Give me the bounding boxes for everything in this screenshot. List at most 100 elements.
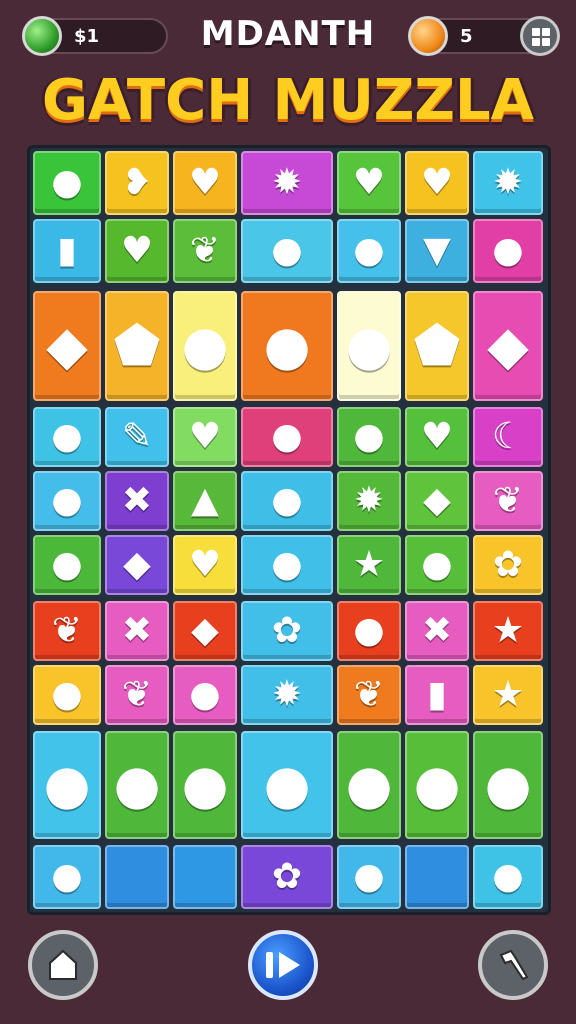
tile-r7-c2[interactable]: ●: [173, 665, 237, 725]
tile-r6-c5[interactable]: ✖: [405, 601, 469, 661]
tile-r6-c0[interactable]: ❦: [33, 601, 101, 661]
tile-r9-c6[interactable]: ●: [473, 845, 543, 909]
tile-r1-c6[interactable]: ●: [473, 219, 543, 283]
tile-r0-c2[interactable]: ♥: [173, 151, 237, 215]
tile-r4-c1[interactable]: ✖: [105, 471, 169, 531]
tile-r4-c0[interactable]: ●: [33, 471, 101, 531]
tile-r1-c3[interactable]: ●: [241, 219, 333, 283]
tile-r7-c4[interactable]: ❦: [337, 665, 401, 725]
grid-menu-icon[interactable]: [520, 16, 560, 56]
blue-star-icon: ✹: [492, 162, 524, 203]
orange-bean-icon: ●: [51, 674, 83, 715]
tile-r0-c1[interactable]: ❥: [105, 151, 169, 215]
tile-r2-c3[interactable]: ●: [241, 291, 333, 401]
tile-r0-c0[interactable]: ●: [33, 151, 101, 215]
tile-r7-c6[interactable]: ★: [473, 665, 543, 725]
tile-r5-c4[interactable]: ★: [337, 535, 401, 595]
tile-r9-c2[interactable]: [173, 845, 237, 909]
purple-drop-icon: ●: [353, 230, 385, 271]
orange-bean-icon: ●: [51, 480, 83, 521]
tile-r7-c5[interactable]: ▮: [405, 665, 469, 725]
tile-r0-c5[interactable]: ♥: [405, 151, 469, 215]
tile-r8-c4[interactable]: ●: [337, 731, 401, 839]
tile-r3-c5[interactable]: ♥: [405, 407, 469, 467]
tile-r2-c1[interactable]: ⬟: [105, 291, 169, 401]
tile-r9-c3[interactable]: ✿: [241, 845, 333, 909]
tile-r1-c4[interactable]: ●: [337, 219, 401, 283]
tile-r0-c4[interactable]: ♥: [337, 151, 401, 215]
game-title: GATCH MUZZLA: [41, 68, 535, 133]
tile-r6-c4[interactable]: ●: [337, 601, 401, 661]
green-melon-icon: ●: [51, 856, 83, 897]
hammer-button[interactable]: [478, 930, 548, 1000]
pink-cross-icon: ✖: [421, 610, 453, 651]
purple-eggplant-icon: ●: [43, 753, 91, 816]
green-diamond-icon: ◆: [46, 314, 88, 377]
tile-r2-c0[interactable]: ◆: [33, 291, 101, 401]
tile-r2-c6[interactable]: ◆: [473, 291, 543, 401]
tile-r5-c5[interactable]: ●: [405, 535, 469, 595]
tile-r7-c1[interactable]: ❦: [105, 665, 169, 725]
yellow-leaf-icon: ❦: [189, 230, 221, 271]
blue-leaf-icon: ❦: [492, 480, 524, 521]
tile-r5-c3[interactable]: ●: [241, 535, 333, 595]
tile-r0-c6[interactable]: ✹: [473, 151, 543, 215]
purple-ghost-icon: ●: [51, 416, 83, 457]
tile-r8-c6[interactable]: ●: [473, 731, 543, 839]
tile-r3-c4[interactable]: ●: [337, 407, 401, 467]
tile-r1-c1[interactable]: ♥: [105, 219, 169, 283]
tile-r8-c5[interactable]: ●: [405, 731, 469, 839]
tile-r8-c1[interactable]: ●: [105, 731, 169, 839]
tile-r5-c6[interactable]: ✿: [473, 535, 543, 595]
tile-r8-c2[interactable]: ●: [173, 731, 237, 839]
blue-crystal-icon: ◆: [191, 610, 219, 651]
tile-r4-c5[interactable]: ◆: [405, 471, 469, 531]
tile-r8-c0[interactable]: ●: [33, 731, 101, 839]
tile-r4-c6[interactable]: ❦: [473, 471, 543, 531]
orange-mango-icon: ●: [263, 753, 311, 816]
lives-counter[interactable]: 5: [408, 16, 560, 56]
tile-r2-c5[interactable]: ⬟: [405, 291, 469, 401]
tile-r2-c4[interactable]: ●: [337, 291, 401, 401]
tile-r3-c2[interactable]: ♥: [173, 407, 237, 467]
tile-r0-c3[interactable]: ✹: [241, 151, 333, 215]
red-berry-icon: ●: [271, 480, 303, 521]
green-lizard-icon: ●: [345, 314, 393, 377]
tile-r4-c2[interactable]: ▲: [173, 471, 237, 531]
pineapple-icon: ●: [113, 753, 161, 816]
tile-r6-c2[interactable]: ◆: [173, 601, 237, 661]
red-gem-icon: ⬟: [413, 314, 461, 377]
tile-r4-c3[interactable]: ●: [241, 471, 333, 531]
tile-r3-c0[interactable]: ●: [33, 407, 101, 467]
tile-r5-c1[interactable]: ◆: [105, 535, 169, 595]
tile-r7-c3[interactable]: ✹: [241, 665, 333, 725]
tile-r1-c5[interactable]: ▼: [405, 219, 469, 283]
tile-r1-c2[interactable]: ❦: [173, 219, 237, 283]
tile-r9-c4[interactable]: ●: [337, 845, 401, 909]
orange-carrot-icon: ●: [181, 753, 229, 816]
tile-r1-c0[interactable]: ▮: [33, 219, 101, 283]
pink-flower-icon: ✿: [271, 856, 303, 897]
tile-r9-c1[interactable]: [105, 845, 169, 909]
blue-ball-icon: ●: [492, 230, 524, 271]
tile-r4-c4[interactable]: ✹: [337, 471, 401, 531]
tile-r3-c1[interactable]: ✎: [105, 407, 169, 467]
tile-r3-c6[interactable]: ☾: [473, 407, 543, 467]
purple-heart-icon: ♥: [352, 162, 386, 203]
tile-r6-c6[interactable]: ★: [473, 601, 543, 661]
play-button[interactable]: [248, 930, 318, 1000]
tile-r6-c1[interactable]: ✖: [105, 601, 169, 661]
tile-r9-c0[interactable]: ●: [33, 845, 101, 909]
purple-bar-icon: ▮: [57, 230, 77, 271]
tile-r3-c3[interactable]: ●: [241, 407, 333, 467]
green-kiwi-icon: ●: [492, 856, 524, 897]
green-leaf-icon: ❦: [51, 610, 83, 651]
tile-r9-c5[interactable]: [405, 845, 469, 909]
tile-r5-c2[interactable]: ♥: [173, 535, 237, 595]
home-button[interactable]: [28, 930, 98, 1000]
tile-r7-c0[interactable]: ●: [33, 665, 101, 725]
tile-r6-c3[interactable]: ✿: [241, 601, 333, 661]
tile-r8-c3[interactable]: ●: [241, 731, 333, 839]
tile-r5-c0[interactable]: ●: [33, 535, 101, 595]
tile-r2-c2[interactable]: ●: [173, 291, 237, 401]
